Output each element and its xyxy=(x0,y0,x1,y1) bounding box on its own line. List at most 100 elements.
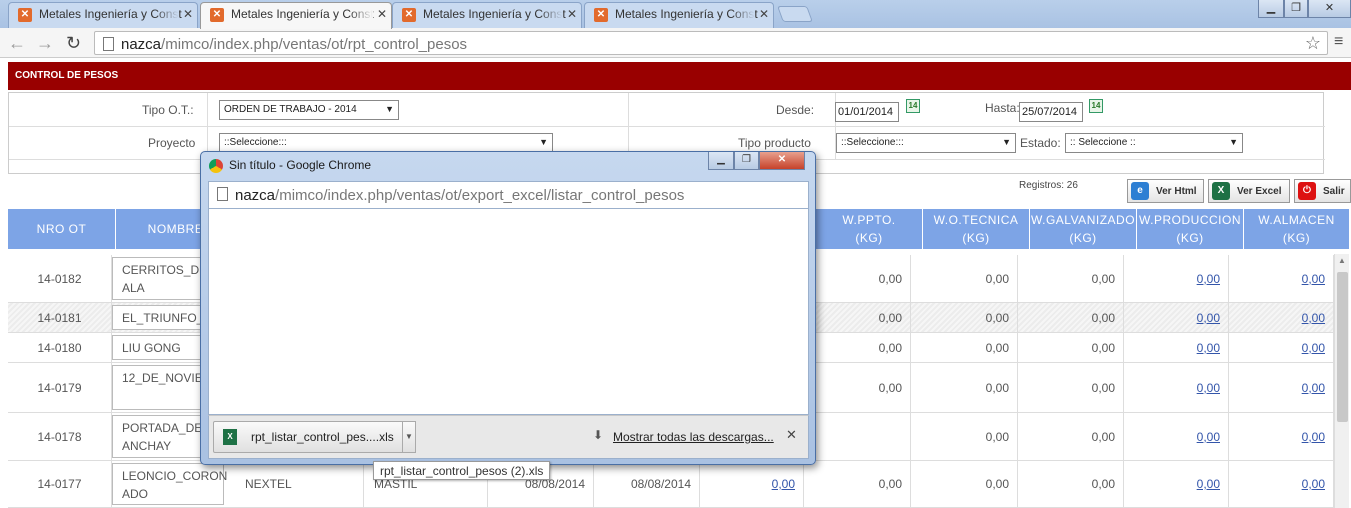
dropdown-arrow-icon: ▼ xyxy=(1002,137,1011,147)
ver-html-button[interactable]: e Ver Html xyxy=(1127,179,1204,203)
url-path: /mimco/index.php/ventas/ot/rpt_control_p… xyxy=(161,36,468,53)
salir-button[interactable]: ⏻ Salir xyxy=(1294,179,1351,203)
tipo-producto-select[interactable]: ::Seleccione::: ▼ xyxy=(836,133,1016,153)
back-arrow-icon[interactable]: ← xyxy=(8,33,26,54)
bookmark-star-icon[interactable]: ☆ xyxy=(1305,33,1321,54)
popup-maximize-button[interactable]: ❐ xyxy=(734,152,759,170)
calendar-icon[interactable]: 14 xyxy=(906,99,920,113)
tipo-producto-label: Tipo producto xyxy=(738,136,811,150)
cell-w-ot-tecnica: 0,00 xyxy=(911,413,1018,460)
desde-date-input[interactable]: 01/01/2014 xyxy=(835,102,899,122)
cell-link[interactable]: 0,00 xyxy=(700,461,804,507)
address-bar[interactable]: nazca/mimco/index.php/ventas/ot/rpt_cont… xyxy=(94,31,1328,55)
hasta-date-input[interactable]: 25/07/2014 xyxy=(1019,102,1083,122)
cell-w-ppto xyxy=(804,413,911,460)
hasta-label: Hasta: xyxy=(985,101,1020,115)
cell-w-ot-tecnica: 0,00 xyxy=(911,333,1018,362)
cell-w-produccion[interactable]: 0,00 xyxy=(1124,363,1229,412)
calendar-icon[interactable]: 14 xyxy=(1089,99,1103,113)
close-tab-icon[interactable]: ✕ xyxy=(567,7,577,21)
tipo-ot-label: Tipo O.T.: xyxy=(142,103,194,117)
popup-minimize-button[interactable]: ▁ xyxy=(708,152,734,170)
cell-w-galvanizado: 0,00 xyxy=(1018,413,1124,460)
cell-w-galvanizado: 0,00 xyxy=(1018,333,1124,362)
col-w-ppto[interactable]: W.PPTO. (KG) xyxy=(816,209,923,249)
col-nro-ot[interactable]: NRO OT xyxy=(8,209,116,249)
cell-nro-ot: 14-0179 xyxy=(8,363,112,412)
cell-nombre[interactable]: LEONCIO_CORON ADO xyxy=(112,463,227,505)
close-tab-icon[interactable]: ✕ xyxy=(759,7,769,21)
cell-w-produccion[interactable]: 0,00 xyxy=(1124,255,1229,302)
col-w-almacen[interactable]: W.ALMACEN (KG) xyxy=(1244,209,1349,249)
excel-file-icon: X xyxy=(223,429,237,445)
download-shelf: X rpt_listar_control_pes....xls ▼ ⬇ Most… xyxy=(208,415,809,459)
cell-w-produccion[interactable]: 0,00 xyxy=(1124,461,1229,507)
cell-w-ppto: 0,00 xyxy=(804,255,911,302)
cell-w-almacen[interactable]: 0,00 xyxy=(1229,363,1334,412)
cell-w-almacen[interactable]: 0,00 xyxy=(1229,303,1334,332)
scrollbar-thumb[interactable] xyxy=(1337,272,1348,422)
vertical-scrollbar[interactable]: ▲ xyxy=(1334,254,1349,508)
estado-select[interactable]: :: Seleccione :: ▼ xyxy=(1065,133,1243,153)
close-tab-icon[interactable]: ✕ xyxy=(377,7,387,21)
cell-w-produccion[interactable]: 0,00 xyxy=(1124,303,1229,332)
popup-title: Sin título - Google Chrome xyxy=(229,158,372,172)
cell-w-produccion[interactable]: 0,00 xyxy=(1124,333,1229,362)
popup-blank-page xyxy=(208,209,809,415)
close-tab-icon[interactable]: ✕ xyxy=(183,7,193,21)
dropdown-arrow-icon: ▼ xyxy=(385,104,394,114)
cell-w-galvanizado: 0,00 xyxy=(1018,303,1124,332)
tipo-ot-select[interactable]: ORDEN DE TRABAJO - 2014 ▼ xyxy=(219,100,399,120)
cell-w-almacen[interactable]: 0,00 xyxy=(1229,255,1334,302)
xampp-favicon-icon: ✕ xyxy=(18,8,32,22)
cell-w-produccion[interactable]: 0,00 xyxy=(1124,413,1229,460)
cell-nro-ot: 14-0182 xyxy=(8,255,112,302)
show-all-downloads-link[interactable]: Mostrar todas las descargas... xyxy=(613,430,774,444)
chrome-logo-icon xyxy=(209,159,223,173)
popup-url-host: nazca xyxy=(235,187,276,204)
browser-tab[interactable]: ✕ Metales Ingeniería y Const ✕ xyxy=(8,2,198,28)
desde-label: Desde: xyxy=(776,103,815,117)
cell-nro-ot: 14-0177 xyxy=(8,461,112,507)
cell-w-ppto: 0,00 xyxy=(804,461,911,507)
close-download-shelf-icon[interactable]: ✕ xyxy=(786,427,797,443)
page-icon xyxy=(103,37,114,51)
ver-excel-button[interactable]: X Ver Excel xyxy=(1208,179,1290,203)
page-icon xyxy=(217,187,228,201)
cell-w-almacen[interactable]: 0,00 xyxy=(1229,461,1334,507)
download-arrow-icon: ⬇ xyxy=(593,428,604,442)
new-tab-button[interactable] xyxy=(777,6,813,22)
popup-close-button[interactable]: ✕ xyxy=(759,152,805,170)
cell-w-ppto: 0,00 xyxy=(804,303,911,332)
forward-arrow-icon[interactable]: → xyxy=(36,33,54,54)
download-filename: rpt_listar_control_pes....xls xyxy=(251,430,394,444)
col-w-ot-tecnica[interactable]: W.O.TECNICA (KG) xyxy=(923,209,1030,249)
download-tooltip: rpt_listar_control_pesos (2).xls xyxy=(373,461,551,480)
chrome-menu-icon[interactable]: ≡ xyxy=(1334,33,1343,51)
download-options-chevron-icon[interactable]: ▼ xyxy=(402,421,416,453)
col-w-galvanizado[interactable]: W.GALVANIZADO (KG) xyxy=(1030,209,1137,249)
restore-window-button[interactable]: ❐ xyxy=(1284,0,1308,18)
cell-w-galvanizado: 0,00 xyxy=(1018,461,1124,507)
table-row: 14-0177 NEXTEL MASTIL 08/08/2014 08/08/2014 0… xyxy=(8,461,1334,508)
browser-tab-active[interactable]: ✕ Metales Ingeniería y Const ✕ xyxy=(200,2,392,29)
cell-w-almacen[interactable]: 0,00 xyxy=(1229,413,1334,460)
close-window-button[interactable]: ✕ xyxy=(1308,0,1351,18)
browser-tab[interactable]: ✕ Metales Ingeniería y Const ✕ xyxy=(584,2,774,28)
cell-w-almacen[interactable]: 0,00 xyxy=(1229,333,1334,362)
download-item[interactable]: X rpt_listar_control_pes....xls ▼ xyxy=(213,421,416,453)
minimize-window-button[interactable]: ▁ xyxy=(1258,0,1284,18)
scroll-up-arrow-icon[interactable]: ▲ xyxy=(1338,256,1346,265)
cell-w-galvanizado: 0,00 xyxy=(1018,255,1124,302)
col-w-produccion[interactable]: W.PRODUCCION (KG) xyxy=(1137,209,1244,249)
page-title: CONTROL DE PESOS xyxy=(8,62,1351,90)
popup-address-bar[interactable]: nazca/mimco/index.php/ventas/ot/export_e… xyxy=(208,181,809,209)
reload-icon[interactable]: ↻ xyxy=(66,33,81,54)
cell-w-ppto: 0,00 xyxy=(804,333,911,362)
proyecto-select[interactable]: ::Seleccione::: ▼ xyxy=(219,133,553,153)
popup-window: Sin título - Google Chrome ▁ ❐ ✕ nazca/m… xyxy=(200,151,816,465)
excel-icon: X xyxy=(1212,182,1230,200)
browser-tab[interactable]: ✕ Metales Ingeniería y Const ✕ xyxy=(392,2,582,28)
browser-tab-strip: ✕ Metales Ingeniería y Const ✕ ✕ Metales… xyxy=(0,0,1351,29)
estado-label: Estado: xyxy=(1020,136,1061,150)
